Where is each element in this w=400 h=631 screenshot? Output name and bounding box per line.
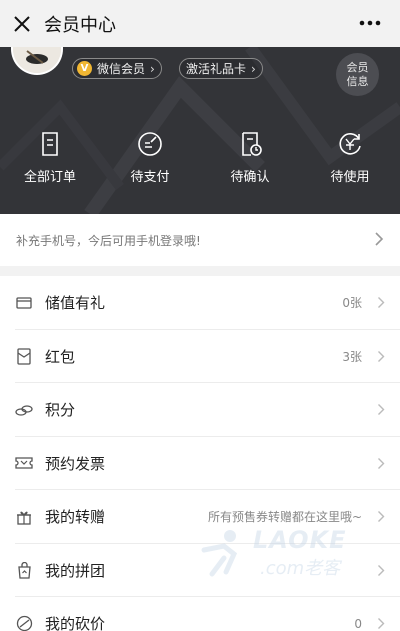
chevron-right-icon	[378, 457, 385, 469]
menu-item-label: 红包	[45, 347, 76, 366]
order-pending-use[interactable]: 待使用	[300, 130, 400, 190]
wechat-member-label: 微信会员	[97, 62, 146, 76]
order-pending-confirm-label: 待确认	[230, 170, 270, 185]
gift-card-label: 激活礼品卡	[186, 62, 247, 76]
menu-item-label: 我的转赠	[45, 508, 106, 527]
chevron-right-icon	[378, 404, 385, 415]
order-pending-use-label: 待使用	[330, 170, 370, 185]
order-shortcuts: 全部订单 待支付 待确认 待使用	[0, 130, 400, 190]
chevron-right-icon	[378, 618, 385, 629]
chevron-right-icon	[375, 232, 384, 246]
page-title: 会员中心	[44, 14, 116, 36]
coins-icon	[15, 401, 33, 419]
activate-gift-card-pill[interactable]: 激活礼品卡 ›	[179, 58, 263, 79]
top-bar: 会员中心	[0, 0, 400, 47]
menu-item-label: 我的砍价	[45, 615, 106, 631]
chevron-right-icon	[378, 297, 385, 308]
yen-cycle-icon	[339, 133, 361, 155]
gift-icon	[15, 508, 33, 526]
chevron-right-icon	[378, 350, 385, 362]
clock-document-icon	[242, 132, 262, 156]
chevron-right-icon	[378, 564, 385, 576]
order-pending-payment[interactable]: 待支付	[100, 130, 200, 190]
menu-item-value: 0张	[342, 296, 362, 311]
card-icon	[15, 294, 33, 312]
menu-item-group-buy[interactable]: 我的拼团	[0, 544, 400, 597]
menu-item-value: 0	[354, 616, 362, 631]
chevron-right-icon: ›	[251, 61, 256, 76]
order-all[interactable]: 全部订单	[0, 130, 100, 190]
menu-item-label: 预约发票	[45, 454, 106, 473]
order-pending-payment-label: 待支付	[130, 170, 170, 185]
menu-item-red-envelope[interactable]: 红包 3张	[0, 330, 400, 383]
document-icon	[42, 132, 58, 156]
menu-item-invoice[interactable]: 预约发票	[0, 437, 400, 490]
add-phone-text: 补充手机号，今后可用手机登录哦!	[16, 233, 201, 248]
menu-item-value: 3张	[342, 349, 362, 364]
member-menu: 储值有礼 0张 红包 3张 积分 预约发票 我的转赠 所有预售券转赠都在这里哦~…	[0, 276, 400, 631]
chevron-right-icon	[378, 511, 385, 522]
order-pending-confirm[interactable]: 待确认	[200, 130, 300, 190]
close-icon	[14, 15, 30, 32]
menu-item-bargain[interactable]: 我的砍价 0	[0, 597, 400, 631]
more-icon	[359, 20, 381, 26]
edit-circle-icon	[138, 132, 162, 156]
menu-item-label: 我的拼团	[45, 561, 106, 580]
menu-item-value: 所有预售券转赠都在这里哦~	[207, 510, 362, 525]
add-phone-banner[interactable]: 补充手机号，今后可用手机登录哦!	[0, 214, 400, 266]
member-header: V 微信会员 › 激活礼品卡 › 会员 信息 全部订单 待支付 待确认 待使用	[0, 47, 400, 214]
member-info-button[interactable]: 会员 信息	[336, 53, 379, 96]
wechat-member-pill[interactable]: V 微信会员 ›	[72, 58, 162, 79]
menu-item-label: 储值有礼	[45, 294, 106, 313]
vip-badge-icon: V	[77, 61, 92, 76]
member-info-line2: 信息	[346, 74, 369, 88]
ticket-icon	[15, 454, 33, 472]
chevron-right-icon: ›	[150, 61, 155, 76]
menu-item-label: 积分	[45, 401, 76, 420]
close-button[interactable]	[0, 0, 44, 47]
member-info-line1: 会员	[346, 60, 369, 74]
menu-item-transfer[interactable]: 我的转赠 所有预售券转赠都在这里哦~	[0, 490, 400, 544]
group-bag-icon	[15, 561, 33, 579]
more-button[interactable]	[356, 12, 384, 34]
bargain-icon	[15, 615, 33, 631]
order-all-label: 全部订单	[23, 170, 76, 185]
menu-item-stored-value[interactable]: 储值有礼 0张	[0, 276, 400, 330]
menu-item-points[interactable]: 积分	[0, 383, 400, 437]
red-envelope-icon	[15, 347, 33, 365]
